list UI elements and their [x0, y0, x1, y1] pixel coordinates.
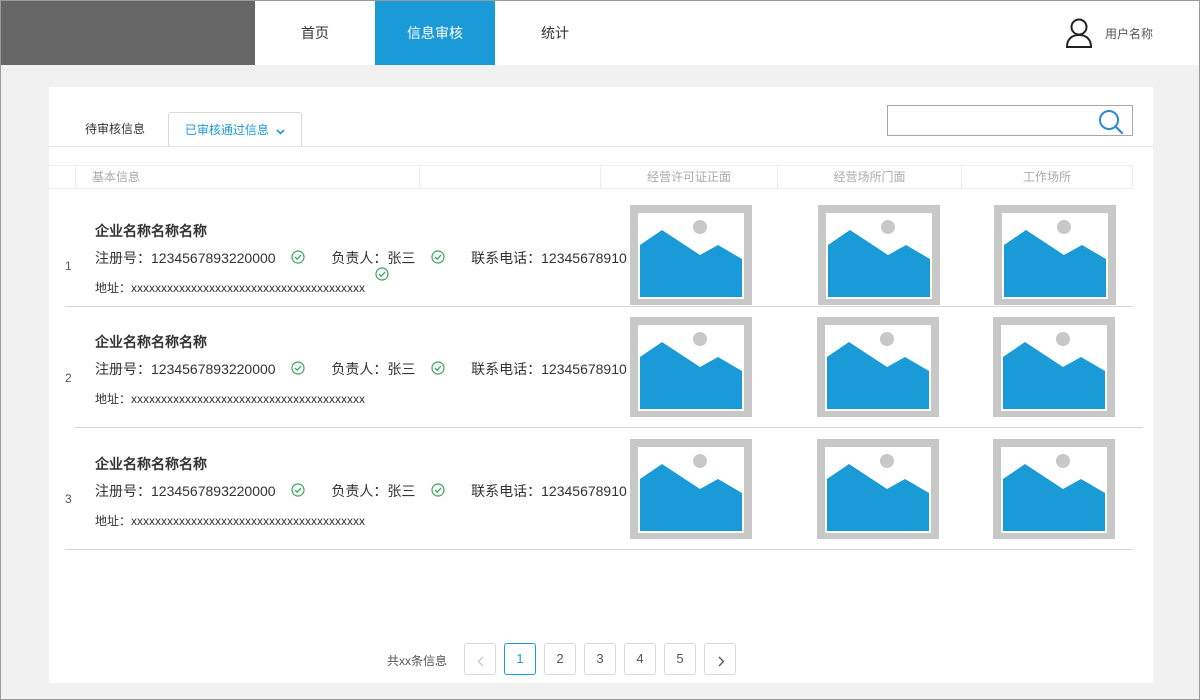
row-details: 注册号：1234567893220000 负责人：张三 联系电话：1234567…: [95, 359, 655, 379]
storefront-image[interactable]: [818, 205, 940, 305]
search-icon[interactable]: [1098, 109, 1124, 135]
header-basic-info: 基本信息: [75, 166, 419, 188]
row-index: 1: [65, 259, 72, 273]
license-image[interactable]: [630, 439, 752, 539]
reg-value: 1234567893220000: [151, 483, 276, 499]
reg-label: 注册号：: [95, 250, 151, 266]
address-value: xxxxxxxxxxxxxxxxxxxxxxxxxxxxxxxxxxxxxxx: [131, 514, 366, 528]
license-image[interactable]: [630, 205, 752, 305]
nav-home[interactable]: 首页: [255, 1, 375, 65]
page-button-3[interactable]: 3: [584, 643, 616, 675]
row-divider: [65, 549, 1133, 550]
header-license: 经营许可证正面: [600, 166, 777, 188]
prev-page-button[interactable]: [464, 643, 496, 675]
row-index: 2: [65, 371, 72, 385]
user-name: 用户名称: [1104, 26, 1153, 41]
address-label: 地址：: [95, 281, 132, 295]
person-value: 张三: [387, 483, 416, 499]
address-label: 地址：: [95, 392, 132, 406]
row-address: 地址：xxxxxxxxxxxxxxxxxxxxxxxxxxxxxxxxxxxxx…: [95, 390, 365, 407]
check-icon: [291, 249, 306, 267]
logo-placeholder: [1, 1, 255, 65]
person-label: 负责人：: [331, 361, 388, 377]
check-icon: [431, 360, 445, 378]
reg-value: 1234567893220000: [151, 361, 276, 377]
row-index: 3: [65, 492, 72, 506]
next-page-button[interactable]: [704, 643, 736, 675]
phone-value: 12345678910: [541, 361, 627, 377]
reg-label: 注册号：: [95, 483, 151, 499]
table-header: 基本信息 经营许可证正面 经营场所门面 工作场所: [49, 165, 1133, 189]
page-button-4[interactable]: 4: [624, 643, 656, 675]
page-button-2[interactable]: 2: [544, 643, 576, 675]
workplace-image[interactable]: [993, 317, 1115, 417]
page-button-1[interactable]: 1: [504, 643, 536, 675]
storefront-image[interactable]: [817, 317, 939, 417]
user-menu[interactable]: 用户名称: [1065, 17, 1153, 49]
check-icon: [291, 360, 306, 378]
reg-value: 1234567893220000: [151, 250, 276, 266]
page-button-5[interactable]: 5: [664, 643, 696, 675]
phone-label: 联系电话：: [471, 483, 542, 499]
license-image[interactable]: [630, 317, 752, 417]
phone-value: 12345678910: [541, 483, 627, 499]
pagination-total: 共xx条信息: [387, 654, 448, 668]
row-details: 注册号：1234567893220000 负责人：张三 联系电话：1234567…: [95, 481, 655, 501]
phone-label: 联系电话：: [471, 250, 542, 266]
row-address: 地址：xxxxxxxxxxxxxxxxxxxxxxxxxxxxxxxxxxxxx…: [95, 279, 365, 296]
tab-approved[interactable]: 已审核通过信息: [168, 112, 302, 147]
header-blank: [419, 166, 600, 188]
check-icon: [431, 482, 445, 500]
user-icon: [1065, 17, 1093, 49]
nav-info-review[interactable]: 信息审核: [375, 1, 495, 65]
header-workplace: 工作场所: [961, 166, 1133, 188]
person-label: 负责人：: [331, 483, 388, 499]
chevron-down-icon: [276, 114, 285, 148]
pagination: 共xx条信息 1 2 3 4 5: [387, 643, 947, 675]
tab-divider: [49, 146, 1153, 147]
phone-label: 联系电话：: [471, 361, 542, 377]
workplace-image[interactable]: [993, 439, 1115, 539]
search-input[interactable]: [887, 105, 1133, 136]
chevron-left-icon: [477, 654, 484, 672]
person-value: 张三: [387, 361, 416, 377]
workplace-image[interactable]: [994, 205, 1116, 305]
company-name: 企业名称名称名称: [95, 334, 207, 350]
table-row: 1 企业名称名称名称 注册号：1234567893220000 负责人：张三 联…: [49, 199, 1153, 307]
check-icon: [291, 482, 306, 500]
check-icon: [431, 249, 445, 267]
storefront-image[interactable]: [817, 439, 939, 539]
tab-approved-label: 已审核通过信息: [184, 123, 269, 137]
person-value: 张三: [387, 250, 416, 266]
address-value: xxxxxxxxxxxxxxxxxxxxxxxxxxxxxxxxxxxxxxx: [131, 392, 366, 406]
reg-label: 注册号：: [95, 361, 151, 377]
check-icon: [375, 267, 389, 286]
address-value: xxxxxxxxxxxxxxxxxxxxxxxxxxxxxxxxxxxxxxx: [131, 281, 366, 295]
nav-statistics[interactable]: 统计: [495, 1, 615, 65]
address-label: 地址：: [95, 514, 132, 528]
main-panel: 待审核信息 已审核通过信息 基本信息 经营许可证正面 经营场所门面 工作场所 1…: [49, 87, 1153, 683]
company-name: 企业名称名称名称: [95, 456, 207, 472]
top-navbar: 首页 信息审核 统计 用户名称: [1, 1, 1199, 65]
row-details: 注册号：1234567893220000 负责人：张三 联系电话：1234567…: [95, 248, 655, 268]
table-row: 2 企业名称名称名称 注册号：1234567893220000 负责人：张三 联…: [49, 307, 1153, 427]
tab-pending[interactable]: 待审核信息: [85, 112, 145, 146]
phone-value: 12345678910: [541, 250, 627, 266]
header-storefront: 经营场所门面: [777, 166, 961, 188]
chevron-right-icon: [718, 654, 725, 672]
person-label: 负责人：: [331, 250, 388, 266]
company-name: 企业名称名称名称: [95, 223, 207, 239]
row-address: 地址：xxxxxxxxxxxxxxxxxxxxxxxxxxxxxxxxxxxxx…: [95, 512, 365, 529]
table-row: 3 企业名称名称名称 注册号：1234567893220000 负责人：张三 联…: [49, 428, 1153, 550]
